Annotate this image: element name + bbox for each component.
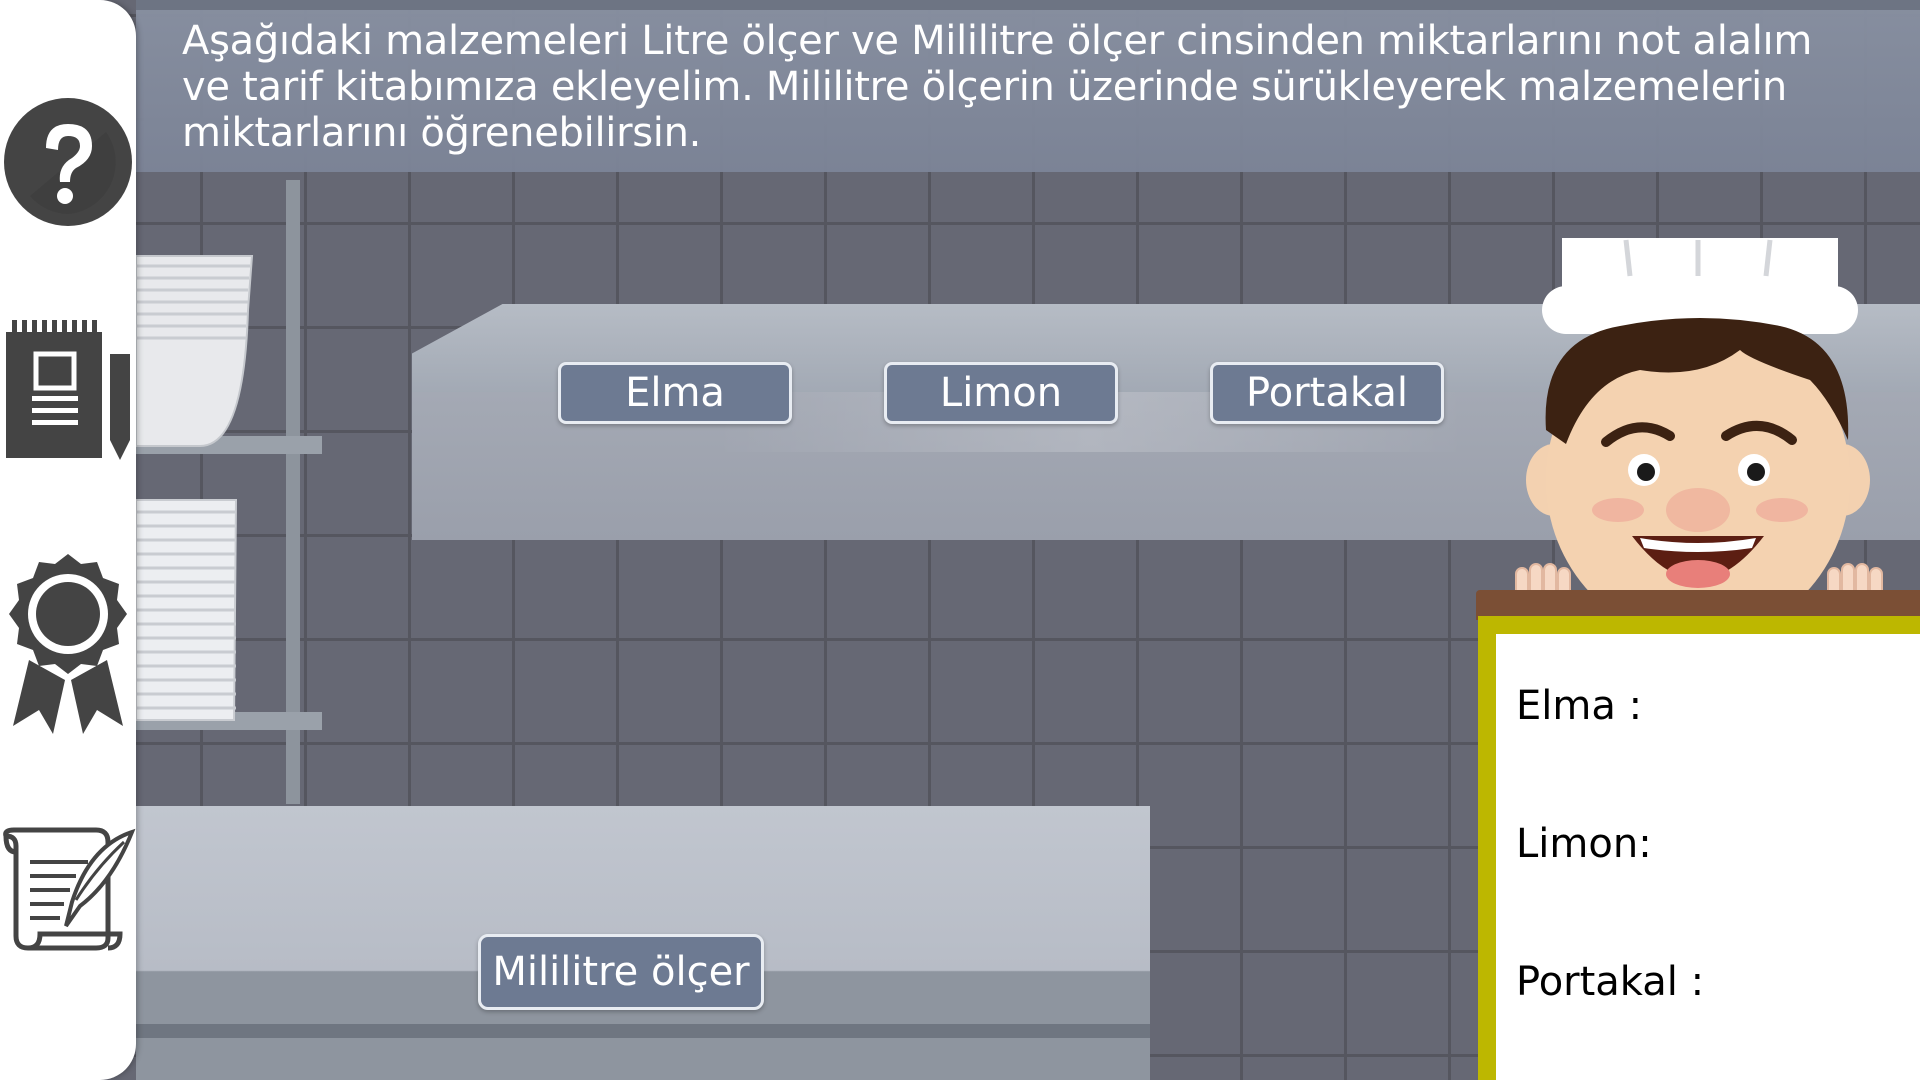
banner-rail	[136, 0, 1920, 10]
award-button[interactable]	[0, 550, 136, 740]
front-counter-stripe	[136, 1024, 1150, 1038]
chef-character	[1515, 238, 1883, 620]
milliliter-measure-button[interactable]: Mililitre ölçer	[478, 934, 764, 1010]
script-quill-icon	[3, 827, 136, 951]
help-button[interactable]	[0, 96, 136, 228]
kitchen-scene: Elma Limon Portakal Mililitre ölçer Aşağ…	[0, 0, 1920, 1080]
bowls-and-plates	[136, 255, 254, 721]
ingredient-button-elma[interactable]: Elma	[558, 362, 792, 424]
ingredient-button-limon[interactable]: Limon	[884, 362, 1118, 424]
help-icon	[4, 98, 132, 226]
ingredient-button-portakal[interactable]: Portakal	[1210, 362, 1444, 424]
award-icon	[9, 554, 127, 734]
note-line-elma: Elma :	[1516, 683, 1643, 729]
script-button[interactable]	[0, 822, 136, 952]
sidebar	[0, 0, 136, 1080]
note-line-limon: Limon:	[1516, 821, 1652, 867]
shelf-post	[286, 180, 300, 804]
instruction-text: Aşağıdaki malzemeleri Litre ölçer ve Mil…	[182, 18, 1813, 156]
notebook-button[interactable]	[0, 314, 136, 464]
notebook-icon	[6, 320, 130, 460]
note-line-portakal: Portakal :	[1516, 959, 1705, 1005]
